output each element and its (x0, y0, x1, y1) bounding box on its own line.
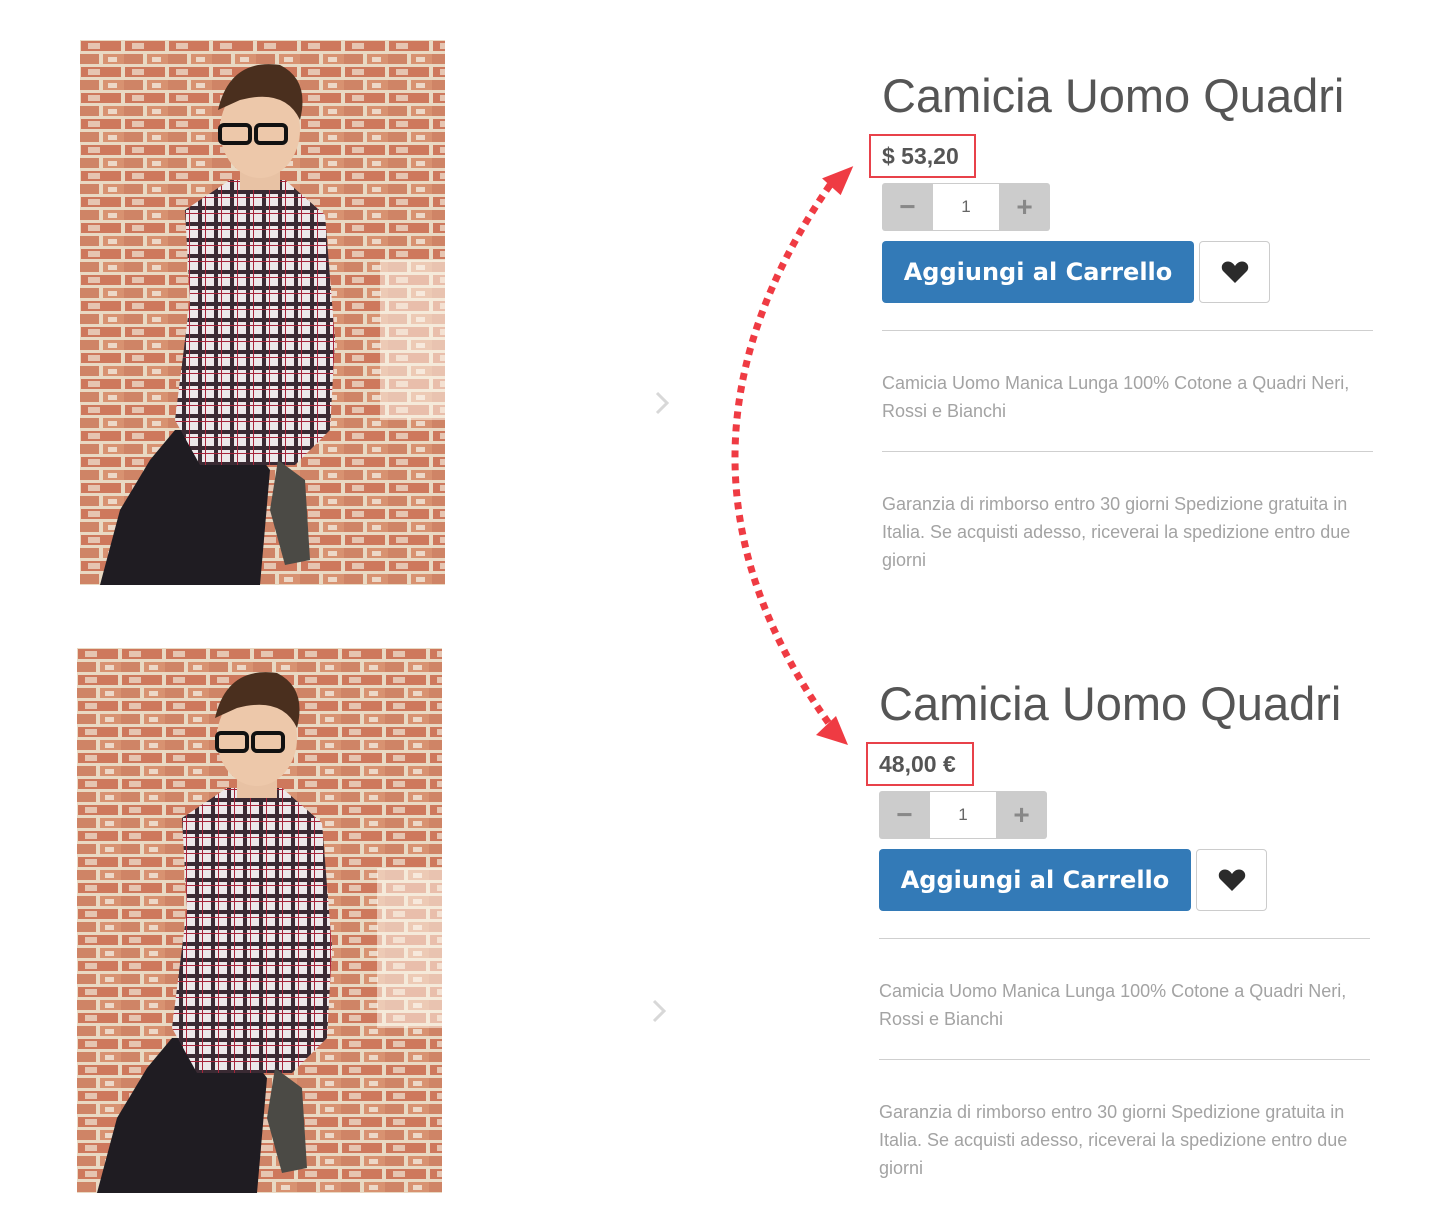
increase-quantity-button[interactable]: + (999, 183, 1050, 231)
chevron-right-icon[interactable] (649, 998, 669, 1024)
divider (879, 938, 1370, 939)
product-image[interactable] (77, 648, 442, 1193)
product-price: $ 53,20 (882, 143, 959, 169)
product-image[interactable] (80, 40, 445, 585)
heart-icon (1221, 261, 1248, 283)
decrease-quantity-button[interactable]: − (882, 183, 933, 231)
wishlist-button[interactable] (1199, 241, 1270, 303)
quantity-stepper: − 1 + (882, 183, 1050, 231)
product-description: Camicia Uomo Manica Lunga 100% Cotone a … (882, 373, 1350, 421)
quantity-stepper: − 1 + (879, 791, 1047, 839)
divider (882, 451, 1373, 452)
product-guarantee: Garanzia di rimborso entro 30 giorni Spe… (882, 494, 1351, 570)
increase-quantity-button[interactable]: + (996, 791, 1047, 839)
product-title: Camicia Uomo Quadri (879, 677, 1342, 730)
divider (879, 1059, 1370, 1060)
product-price: 48,00 € (879, 751, 956, 777)
quantity-input[interactable]: 1 (930, 791, 996, 839)
decrease-quantity-button[interactable]: − (879, 791, 930, 839)
wishlist-button[interactable] (1196, 849, 1267, 911)
quantity-input[interactable]: 1 (933, 183, 999, 231)
add-to-cart-button[interactable]: Aggiungi al Carrello (882, 241, 1194, 303)
heart-icon (1218, 869, 1245, 891)
product-guarantee: Garanzia di rimborso entro 30 giorni Spe… (879, 1102, 1348, 1178)
chevron-right-icon[interactable] (652, 390, 672, 416)
add-to-cart-button[interactable]: Aggiungi al Carrello (879, 849, 1191, 911)
product-description: Camicia Uomo Manica Lunga 100% Cotone a … (879, 981, 1347, 1029)
product-title: Camicia Uomo Quadri (882, 69, 1345, 122)
divider (882, 330, 1373, 331)
